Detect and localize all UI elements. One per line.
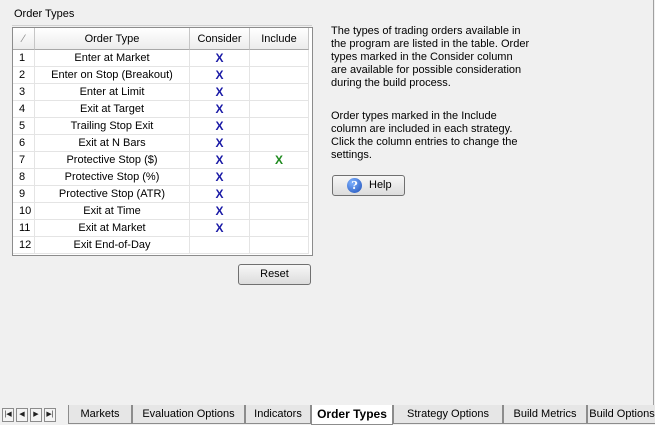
table-row[interactable]: 11 Exit at Market X [13, 220, 312, 237]
table-header: ⁄ Order Type Consider Include [13, 28, 312, 50]
help-label: Help [369, 179, 392, 191]
row-number: 6 [13, 135, 35, 152]
consider-cell[interactable]: X [190, 67, 250, 84]
tab-build-metrics[interactable]: Build Metrics [503, 405, 587, 424]
tab-build-options[interactable]: Build Options [587, 405, 655, 424]
include-header[interactable]: Include [250, 28, 309, 50]
order-type-cell: Enter at Limit [35, 84, 190, 101]
table-row[interactable]: 6 Exit at N Bars X [13, 135, 312, 152]
consider-cell[interactable]: X [190, 169, 250, 186]
order-type-cell: Exit at Target [35, 101, 190, 118]
row-number: 7 [13, 152, 35, 169]
table-row[interactable]: 2 Enter on Stop (Breakout) X [13, 67, 312, 84]
table-row[interactable]: 5 Trailing Stop Exit X [13, 118, 312, 135]
description-paragraph-2: Order types marked in the Include column… [331, 110, 518, 161]
row-number: 9 [13, 186, 35, 203]
consider-cell[interactable]: X [190, 135, 250, 152]
order-type-cell: Exit at N Bars [35, 135, 190, 152]
row-number: 2 [13, 67, 35, 84]
row-number: 3 [13, 84, 35, 101]
help-icon: ? [347, 178, 362, 193]
order-types-table: ⁄ Order Type Consider Include 1 Enter at … [12, 27, 313, 256]
description-paragraph-1: The types of trading orders available in… [331, 25, 530, 89]
include-cell[interactable] [250, 84, 309, 101]
include-cell[interactable] [250, 135, 309, 152]
tab-strategy-options[interactable]: Strategy Options [393, 405, 503, 424]
consider-cell[interactable]: X [190, 186, 250, 203]
order-type-cell: Enter on Stop (Breakout) [35, 67, 190, 84]
consider-cell[interactable]: X [190, 84, 250, 101]
first-tab-nav-icon[interactable]: |◀ [2, 408, 14, 422]
group-title: Order Types [14, 8, 75, 20]
order-type-cell: Exit End-of-Day [35, 237, 190, 254]
table-row[interactable]: 3 Enter at Limit X [13, 84, 312, 101]
order-type-header[interactable]: Order Type [35, 28, 190, 50]
reset-button[interactable]: Reset [238, 264, 311, 285]
include-cell[interactable] [250, 237, 309, 254]
consider-header[interactable]: Consider [190, 28, 250, 50]
order-type-cell: Exit at Market [35, 220, 190, 237]
include-cell[interactable] [250, 169, 309, 186]
table-row[interactable]: 4 Exit at Target X [13, 101, 312, 118]
last-tab-nav-icon[interactable]: ▶| [44, 408, 56, 422]
row-number: 10 [13, 203, 35, 220]
table-row[interactable]: 1 Enter at Market X [13, 50, 312, 67]
consider-cell[interactable]: X [190, 118, 250, 135]
row-number: 11 [13, 220, 35, 237]
include-cell[interactable] [250, 203, 309, 220]
corner-header[interactable]: ⁄ [13, 28, 35, 50]
order-type-cell: Enter at Market [35, 50, 190, 67]
row-number: 1 [13, 50, 35, 67]
table-row[interactable]: 10 Exit at Time X [13, 203, 312, 220]
include-cell[interactable] [250, 186, 309, 203]
table-row[interactable]: 8 Protective Stop (%) X [13, 169, 312, 186]
order-type-cell: Protective Stop (%) [35, 169, 190, 186]
table-row[interactable]: 7 Protective Stop ($) X X [13, 152, 312, 169]
consider-cell[interactable]: X [190, 101, 250, 118]
consider-cell[interactable]: X [190, 50, 250, 67]
consider-cell[interactable]: X [190, 152, 250, 169]
help-button[interactable]: ? Help [332, 175, 405, 196]
order-type-cell: Protective Stop ($) [35, 152, 190, 169]
include-cell[interactable] [250, 101, 309, 118]
group-divider [12, 25, 312, 26]
consider-cell[interactable]: X [190, 203, 250, 220]
include-cell[interactable] [250, 67, 309, 84]
consider-cell[interactable] [190, 237, 250, 254]
table-row[interactable]: 9 Protective Stop (ATR) X [13, 186, 312, 203]
order-type-cell: Protective Stop (ATR) [35, 186, 190, 203]
consider-cell[interactable]: X [190, 220, 250, 237]
include-cell[interactable]: X [250, 152, 309, 169]
row-number: 4 [13, 101, 35, 118]
table-row[interactable]: 12 Exit End-of-Day [13, 237, 312, 254]
include-cell[interactable] [250, 50, 309, 67]
tab-markets[interactable]: Markets [68, 405, 132, 424]
tab-evaluation-options[interactable]: Evaluation Options [132, 405, 245, 424]
order-type-cell: Exit at Time [35, 203, 190, 220]
tab-indicators[interactable]: Indicators [245, 405, 311, 424]
tab-bar: |◀ ◀ ▶ ▶| Markets Evaluation Options Indic… [0, 405, 655, 425]
include-cell[interactable] [250, 118, 309, 135]
order-type-cell: Trailing Stop Exit [35, 118, 190, 135]
row-number: 12 [13, 237, 35, 254]
next-tab-nav-icon[interactable]: ▶ [30, 408, 42, 422]
prev-tab-nav-icon[interactable]: ◀ [16, 408, 28, 422]
include-cell[interactable] [250, 220, 309, 237]
row-number: 8 [13, 169, 35, 186]
tab-order-types[interactable]: Order Types [311, 405, 393, 425]
row-number: 5 [13, 118, 35, 135]
